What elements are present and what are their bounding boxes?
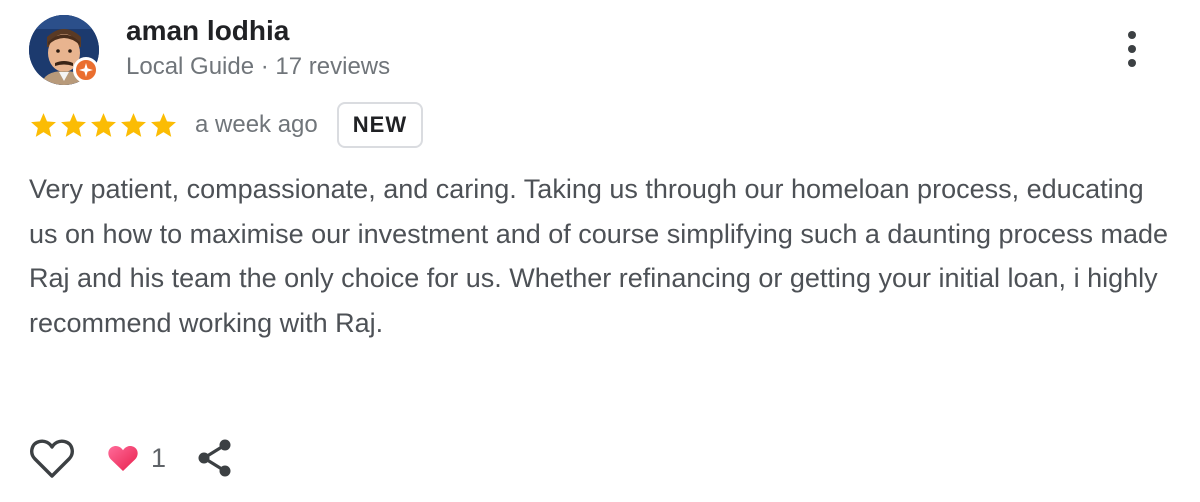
- more-vert-icon-dot: [1128, 45, 1136, 53]
- more-options-button[interactable]: [1112, 25, 1152, 73]
- star-rating: [29, 111, 178, 140]
- review-date: a week ago: [195, 111, 318, 138]
- review-actions: 1: [27, 434, 234, 482]
- local-guide-badge-icon: [73, 57, 99, 83]
- reaction-count: 1: [151, 442, 167, 473]
- reviewer-meta: Local Guide · 17 reviews: [126, 53, 391, 80]
- reviewer-avatar[interactable]: [29, 15, 99, 85]
- star-icon: [121, 112, 146, 137]
- more-vert-icon: [1128, 31, 1136, 39]
- more-vert-icon-dot: [1128, 59, 1136, 67]
- new-badge: NEW: [336, 102, 424, 148]
- star-icon: [61, 112, 86, 137]
- heart-reaction-icon: [108, 446, 138, 471]
- star-icon: [31, 112, 56, 137]
- share-icon: [198, 439, 231, 477]
- share-button[interactable]: [194, 434, 234, 482]
- rating-row: a week ago NEW: [29, 101, 424, 149]
- heart-outline-icon: [30, 439, 74, 478]
- reaction-summary[interactable]: 1: [107, 443, 166, 474]
- reviewer-name[interactable]: aman lodhia: [126, 14, 289, 48]
- star-icon: [91, 112, 116, 137]
- review-text: Very patient, compassionate, and caring.…: [29, 174, 1169, 338]
- like-button[interactable]: [27, 434, 77, 482]
- star-icon: [151, 112, 176, 137]
- review-card: aman lodhia Local Guide · 17 reviews a w…: [0, 0, 1200, 502]
